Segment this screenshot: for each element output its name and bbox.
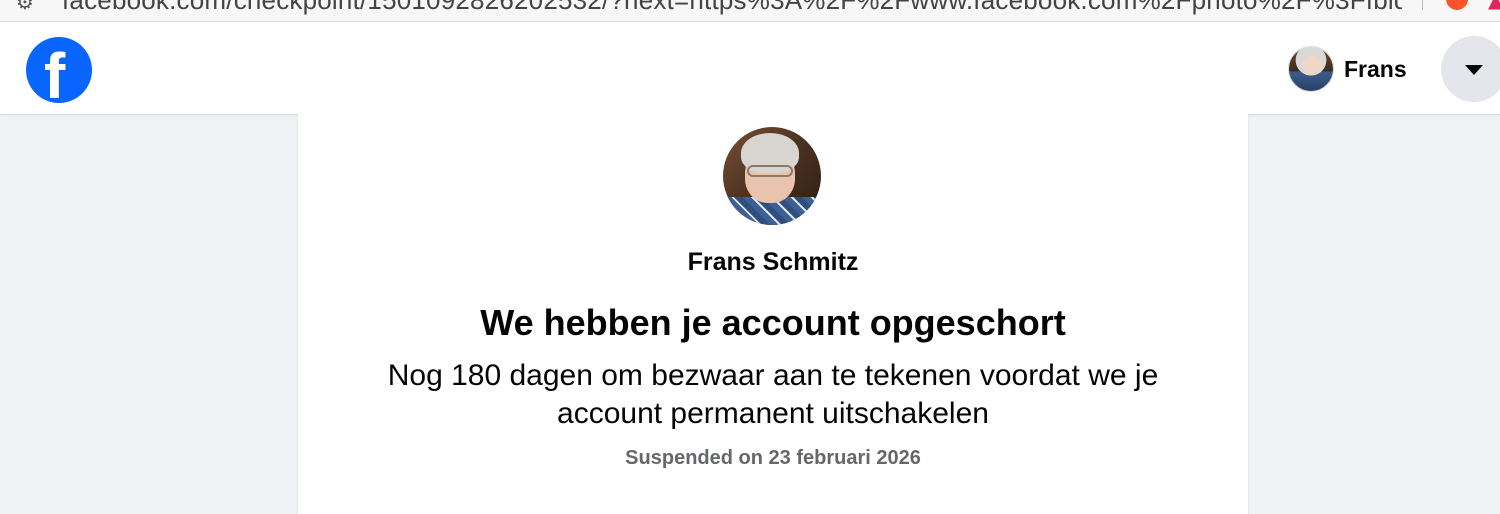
profile-photo [723, 127, 821, 225]
tune-icon[interactable]: ⚙ [16, 0, 34, 14]
facebook-logo-glyph: f [44, 40, 66, 103]
appeal-deadline-text: Nog 180 dagen om bezwaar aan te tekenen … [387, 359, 1159, 430]
facebook-logo-icon[interactable]: f [26, 37, 92, 103]
avatar[interactable] [1288, 46, 1334, 92]
browser-address-bar[interactable]: ⚙ facebook.com/checkpoint/15010928262025… [0, 0, 1500, 22]
profile-photo-glasses [747, 165, 793, 177]
profile-name: Frans Schmitz [687, 248, 859, 276]
facebook-header: f Frans [0, 22, 1500, 114]
suspension-card: Frans Schmitz We hebben je account opges… [298, 114, 1248, 514]
account-menu-button[interactable] [1441, 36, 1500, 102]
caret-down-icon [1465, 65, 1483, 75]
alert-icon[interactable]: ▲ [1488, 0, 1500, 12]
url-text[interactable]: facebook.com/checkpoint/1501092826202532… [62, 0, 1402, 16]
header-user-name[interactable]: Frans [1344, 56, 1407, 83]
page-title: We hebben je account opgeschort [480, 302, 1066, 343]
suspended-date: Suspended on 23 februari 2026 [625, 447, 921, 469]
brave-shield-icon[interactable] [1446, 0, 1468, 10]
toolbar-divider [1422, 0, 1423, 10]
